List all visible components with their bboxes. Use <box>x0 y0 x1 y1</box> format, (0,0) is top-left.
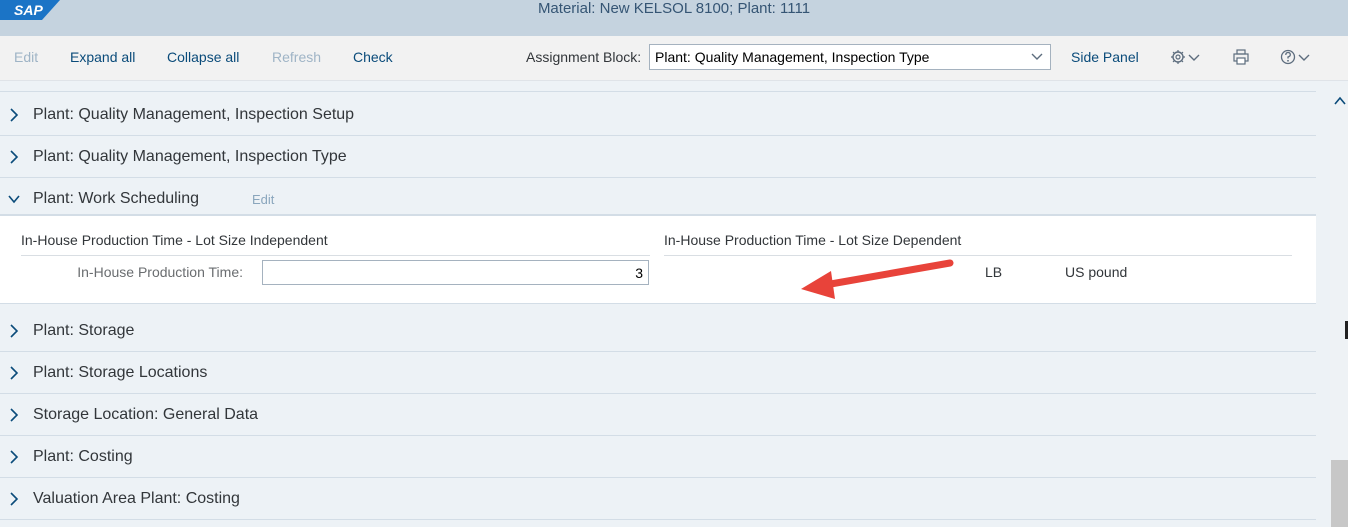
chevron-right-icon[interactable] <box>8 107 20 123</box>
section-valuation-area-costing[interactable]: Valuation Area Plant: Costing <box>0 478 1316 520</box>
section-storage-location-general[interactable]: Storage Location: General Data <box>0 394 1316 436</box>
section-title: Plant: Quality Management, Inspection Se… <box>33 106 355 123</box>
chevron-down-icon <box>1031 53 1043 60</box>
group-divider <box>664 255 1292 256</box>
in-house-production-time-label: In-House Production Time: <box>77 264 243 280</box>
shell-title: Material: New KELSOL 8100; Plant: 1111 <box>537 0 811 17</box>
section-title: Plant: Storage <box>33 322 135 339</box>
side-panel-button[interactable]: Side Panel <box>1071 49 1139 65</box>
chevron-right-icon[interactable] <box>8 149 20 165</box>
section-title: Valuation Area Plant: Costing <box>33 490 240 507</box>
annotation-arrow-icon <box>801 259 954 299</box>
section-plant-costing[interactable]: Plant: Costing <box>0 436 1316 478</box>
uom-code: LB <box>985 264 1003 280</box>
uom-text: US pound <box>1065 264 1128 280</box>
check-button[interactable]: Check <box>353 49 393 65</box>
section-edit-button[interactable]: Edit <box>252 192 274 207</box>
section-storage-locations[interactable]: Plant: Storage Locations <box>0 352 1316 394</box>
section-storage[interactable]: Plant: Storage <box>0 310 1316 352</box>
print-icon[interactable] <box>1233 48 1249 66</box>
group-divider <box>21 255 650 256</box>
edit-button[interactable]: Edit <box>14 49 38 65</box>
in-house-production-time-input[interactable] <box>262 260 649 285</box>
group-title-lot-size-dependent: In-House Production Time - Lot Size Depe… <box>664 232 962 248</box>
partial-section-row <box>0 82 1316 92</box>
assignment-block-label: Assignment Block: <box>526 49 642 65</box>
shell-bar: SAP Material: New KELSOL 8100; Plant: 11… <box>0 0 1348 36</box>
help-icon[interactable] <box>1280 48 1312 66</box>
chevron-right-icon[interactable] <box>8 365 20 381</box>
section-title: Plant: Costing <box>33 448 133 465</box>
scrollbar-thumb[interactable] <box>1331 460 1348 527</box>
settings-gear-icon[interactable] <box>1170 48 1202 66</box>
section-title: Plant: Quality Management, Inspection Ty… <box>33 148 347 165</box>
chevron-right-icon[interactable] <box>8 449 20 465</box>
section-title: Storage Location: General Data <box>33 406 259 423</box>
chevron-right-icon[interactable] <box>8 407 20 423</box>
section-qm-inspection-type[interactable]: Plant: Quality Management, Inspection Ty… <box>0 136 1316 178</box>
work-scheduling-panel: In-House Production Time - Lot Size Inde… <box>0 214 1316 304</box>
chevron-right-icon[interactable] <box>8 323 20 339</box>
assignment-block-select[interactable]: Plant: Quality Management, Inspection Ty… <box>649 44 1051 70</box>
chevron-right-icon[interactable] <box>8 491 20 507</box>
section-title: Plant: Storage Locations <box>33 364 208 381</box>
refresh-button[interactable]: Refresh <box>272 49 321 65</box>
section-qm-inspection-setup[interactable]: Plant: Quality Management, Inspection Se… <box>0 94 1316 136</box>
assignment-block-value: Plant: Quality Management, Inspection Ty… <box>655 49 930 65</box>
collapse-all-button[interactable]: Collapse all <box>167 49 239 65</box>
expand-all-button[interactable]: Expand all <box>70 49 135 65</box>
chevron-down-icon[interactable] <box>8 191 20 207</box>
assignment-blocks-list: Plant: Quality Management, Inspection Se… <box>0 82 1316 527</box>
group-title-lot-size-independent: In-House Production Time - Lot Size Inde… <box>21 232 328 248</box>
section-title: Plant: Work Scheduling <box>33 190 200 207</box>
scroll-up-icon[interactable] <box>1333 95 1347 107</box>
